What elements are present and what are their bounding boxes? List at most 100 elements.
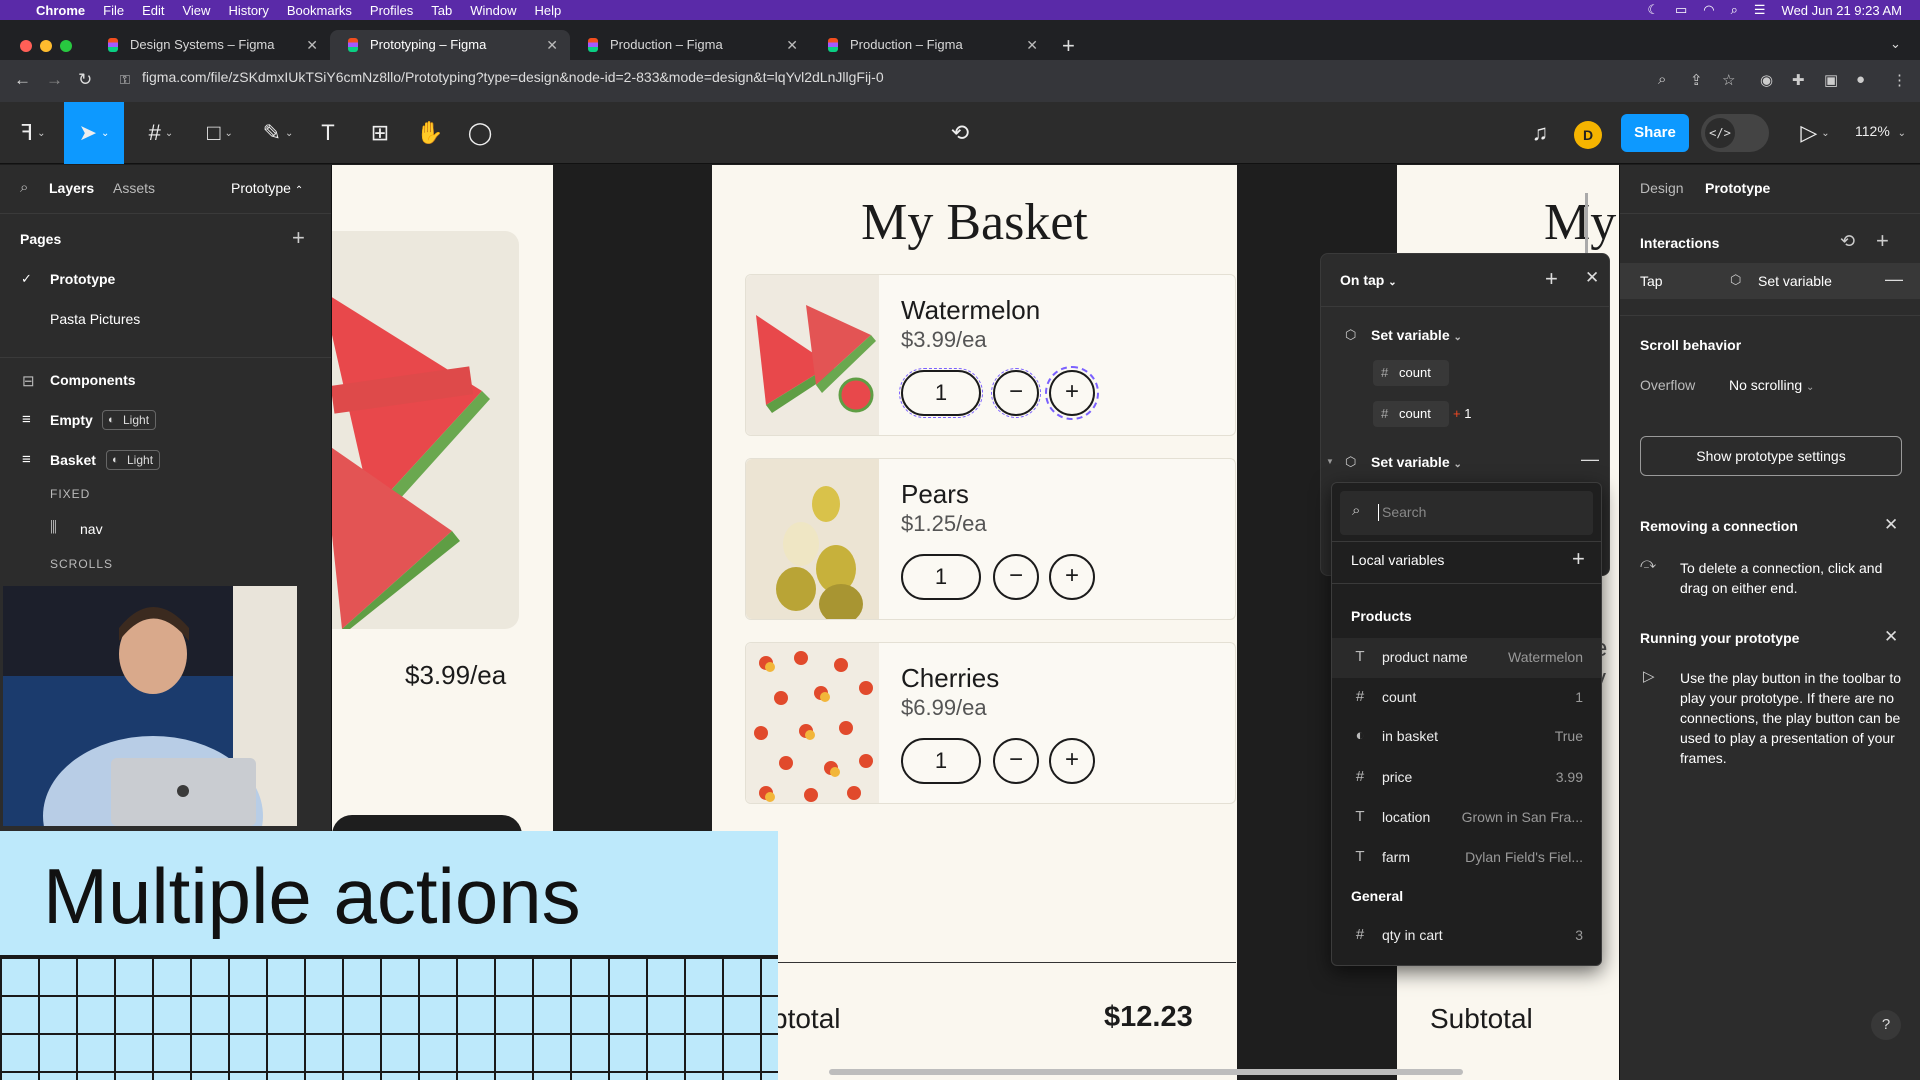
variable-option[interactable]: ◐ in basket True xyxy=(1332,717,1601,757)
frame-tool-button[interactable]: # ⌄ xyxy=(136,102,186,164)
tab-search-chevron-icon[interactable]: ⌄ xyxy=(1890,36,1901,52)
variable-option[interactable]: T farm Dylan Field's Fiel... xyxy=(1332,838,1601,878)
search-icon[interactable]: ⌕ xyxy=(1731,2,1738,18)
comment-tool-button[interactable]: ◯ xyxy=(462,102,498,164)
profile-icon[interactable]: ● xyxy=(1856,71,1865,88)
tab-close-icon[interactable]: ✕ xyxy=(1026,30,1038,60)
add-page-icon[interactable]: + xyxy=(292,225,305,251)
frame-basket[interactable]: My Basket Watermelon $3.99/ea 1 − + Pear… xyxy=(712,165,1237,1080)
help-button[interactable]: ? xyxy=(1871,1010,1901,1040)
overflow-select[interactable]: No scrolling ⌄ xyxy=(1729,377,1814,393)
resources-tool-button[interactable]: ⊞ xyxy=(362,102,398,164)
main-menu-button[interactable]: ꟻ ⌄ xyxy=(10,102,56,164)
add-interaction-icon[interactable]: + xyxy=(1876,228,1889,254)
menu-history[interactable]: History xyxy=(228,3,268,18)
menu-tab[interactable]: Tab xyxy=(431,3,452,18)
bookmark-star-icon[interactable]: ☆ xyxy=(1722,71,1735,89)
quantity-field[interactable]: 1 xyxy=(901,738,981,784)
text-tool-button[interactable]: T xyxy=(312,102,344,164)
menu-edit[interactable]: Edit xyxy=(142,3,164,18)
window-close-button[interactable] xyxy=(20,40,32,52)
menu-app-name[interactable]: Chrome xyxy=(36,3,85,18)
battery-icon[interactable]: ▭ xyxy=(1675,2,1687,18)
menu-window[interactable]: Window xyxy=(470,3,516,18)
menu-file[interactable]: File xyxy=(103,3,124,18)
dev-mode-toggle[interactable]: </> xyxy=(1701,114,1769,152)
menu-help[interactable]: Help xyxy=(535,3,562,18)
url-field[interactable]: figma.com/file/zSKdmxIUkTSiY6cmNz8llo/Pr… xyxy=(142,69,884,85)
add-action-icon[interactable]: + xyxy=(1545,266,1558,292)
browser-tab[interactable]: Production – Figma ✕ xyxy=(810,30,1050,60)
new-tab-icon[interactable]: + xyxy=(1062,33,1075,59)
plus-button[interactable]: + xyxy=(1049,738,1095,784)
close-icon[interactable]: ✕ xyxy=(1884,515,1898,535)
window-minimize-button[interactable] xyxy=(40,40,52,52)
tab-prototype[interactable]: Prototype xyxy=(1705,180,1770,196)
wifi-icon[interactable]: ◠ xyxy=(1703,2,1714,18)
interaction-row[interactable]: Tap ⬡ Set variable — xyxy=(1620,263,1920,299)
minus-button[interactable]: − xyxy=(993,738,1039,784)
layer-components[interactable]: Components xyxy=(50,372,136,388)
moon-icon[interactable]: ☾ xyxy=(1647,2,1659,18)
menu-bookmarks[interactable]: Bookmarks xyxy=(287,3,352,18)
menu-profiles[interactable]: Profiles xyxy=(370,3,413,18)
tab-close-icon[interactable]: ✕ xyxy=(786,30,798,60)
variable-option[interactable]: # qty in cart 3 xyxy=(1332,916,1601,956)
back-icon[interactable]: ← xyxy=(14,70,31,90)
page-item-prototype[interactable]: Prototype xyxy=(50,271,115,287)
zoom-level[interactable]: 112% ⌄ xyxy=(1855,123,1906,139)
quantity-field[interactable]: 1 xyxy=(901,554,981,600)
minus-button[interactable]: − xyxy=(993,554,1039,600)
zoom-lens-icon[interactable]: ⌕ xyxy=(1658,71,1666,88)
prototype-flow-button[interactable]: ⟲ xyxy=(942,102,978,164)
expression-variable-pill[interactable]: # count xyxy=(1373,401,1449,427)
layer-basket[interactable]: Basket xyxy=(50,452,96,468)
chrome-menu-icon[interactable]: ⋮ xyxy=(1892,71,1907,89)
action-select[interactable]: Set variable ⌄ xyxy=(1371,454,1462,470)
hand-tool-button[interactable]: ✋ xyxy=(412,102,448,164)
add-variable-icon[interactable]: + xyxy=(1572,546,1585,572)
horizontal-scrollbar[interactable] xyxy=(829,1069,1463,1075)
reload-icon[interactable]: ↻ xyxy=(78,70,92,90)
audio-button[interactable]: ♫ xyxy=(1522,102,1558,164)
product-card[interactable]: Watermelon $3.99/ea 1 − + xyxy=(745,274,1236,436)
action-select[interactable]: Set variable ⌄ xyxy=(1371,327,1462,343)
layer-nav[interactable]: nav xyxy=(80,521,103,537)
menu-view[interactable]: View xyxy=(182,3,210,18)
forward-icon[interactable]: → xyxy=(46,70,63,90)
page-selector[interactable]: Prototype ⌃ xyxy=(231,180,303,196)
product-card[interactable]: Pears $1.25/ea 1 − + xyxy=(745,458,1236,620)
shape-tool-button[interactable]: □ ⌄ xyxy=(196,102,244,164)
page-item-pasta-pictures[interactable]: Pasta Pictures xyxy=(50,311,140,327)
variable-target-pill[interactable]: # count xyxy=(1373,360,1449,386)
browser-tab-active[interactable]: Prototyping – Figma ✕ xyxy=(330,30,570,60)
sidebar-icon[interactable]: ▣ xyxy=(1824,71,1838,89)
layer-empty[interactable]: Empty xyxy=(50,412,93,428)
present-button[interactable]: ▷ ⌄ xyxy=(1790,102,1840,164)
pen-tool-button[interactable]: ✎ ⌄ xyxy=(254,102,302,164)
browser-tab[interactable]: Design Systems – Figma ✕ xyxy=(90,30,330,60)
tab-close-icon[interactable]: ✕ xyxy=(306,30,318,60)
extension-icon[interactable]: ◉ xyxy=(1760,71,1773,89)
mode-chip-light[interactable]: Light xyxy=(106,450,161,470)
expression-operator[interactable]: + 1 xyxy=(1453,406,1471,421)
interaction-flow-icon[interactable]: ⟲ xyxy=(1840,231,1855,252)
tab-design[interactable]: Design xyxy=(1640,180,1684,196)
tab-layers[interactable]: Layers xyxy=(49,180,94,196)
variable-option[interactable]: T product name Watermelon xyxy=(1332,638,1601,678)
mode-chip-light[interactable]: Light xyxy=(102,410,157,430)
menu-clock[interactable]: Wed Jun 21 9:23 AM xyxy=(1782,3,1902,18)
close-icon[interactable]: ✕ xyxy=(1884,627,1898,647)
move-tool-button[interactable]: ➤ ⌄ xyxy=(64,102,124,164)
variable-option[interactable]: # price 3.99 xyxy=(1332,758,1601,798)
site-info-icon[interactable]: ⚿ xyxy=(120,72,130,88)
show-prototype-settings-button[interactable]: Show prototype settings xyxy=(1640,436,1902,476)
tab-close-icon[interactable]: ✕ xyxy=(546,30,558,60)
variable-option[interactable]: T location Grown in San Fra... xyxy=(1332,798,1601,838)
browser-tab[interactable]: Production – Figma ✕ xyxy=(570,30,810,60)
search-field[interactable]: ⌕ Search xyxy=(1340,491,1593,535)
search-layers-icon[interactable]: ⌕ xyxy=(20,179,28,196)
plus-button[interactable]: + xyxy=(1049,554,1095,600)
close-icon[interactable]: ✕ xyxy=(1585,268,1599,288)
trigger-select[interactable]: On tap ⌄ xyxy=(1340,272,1397,288)
